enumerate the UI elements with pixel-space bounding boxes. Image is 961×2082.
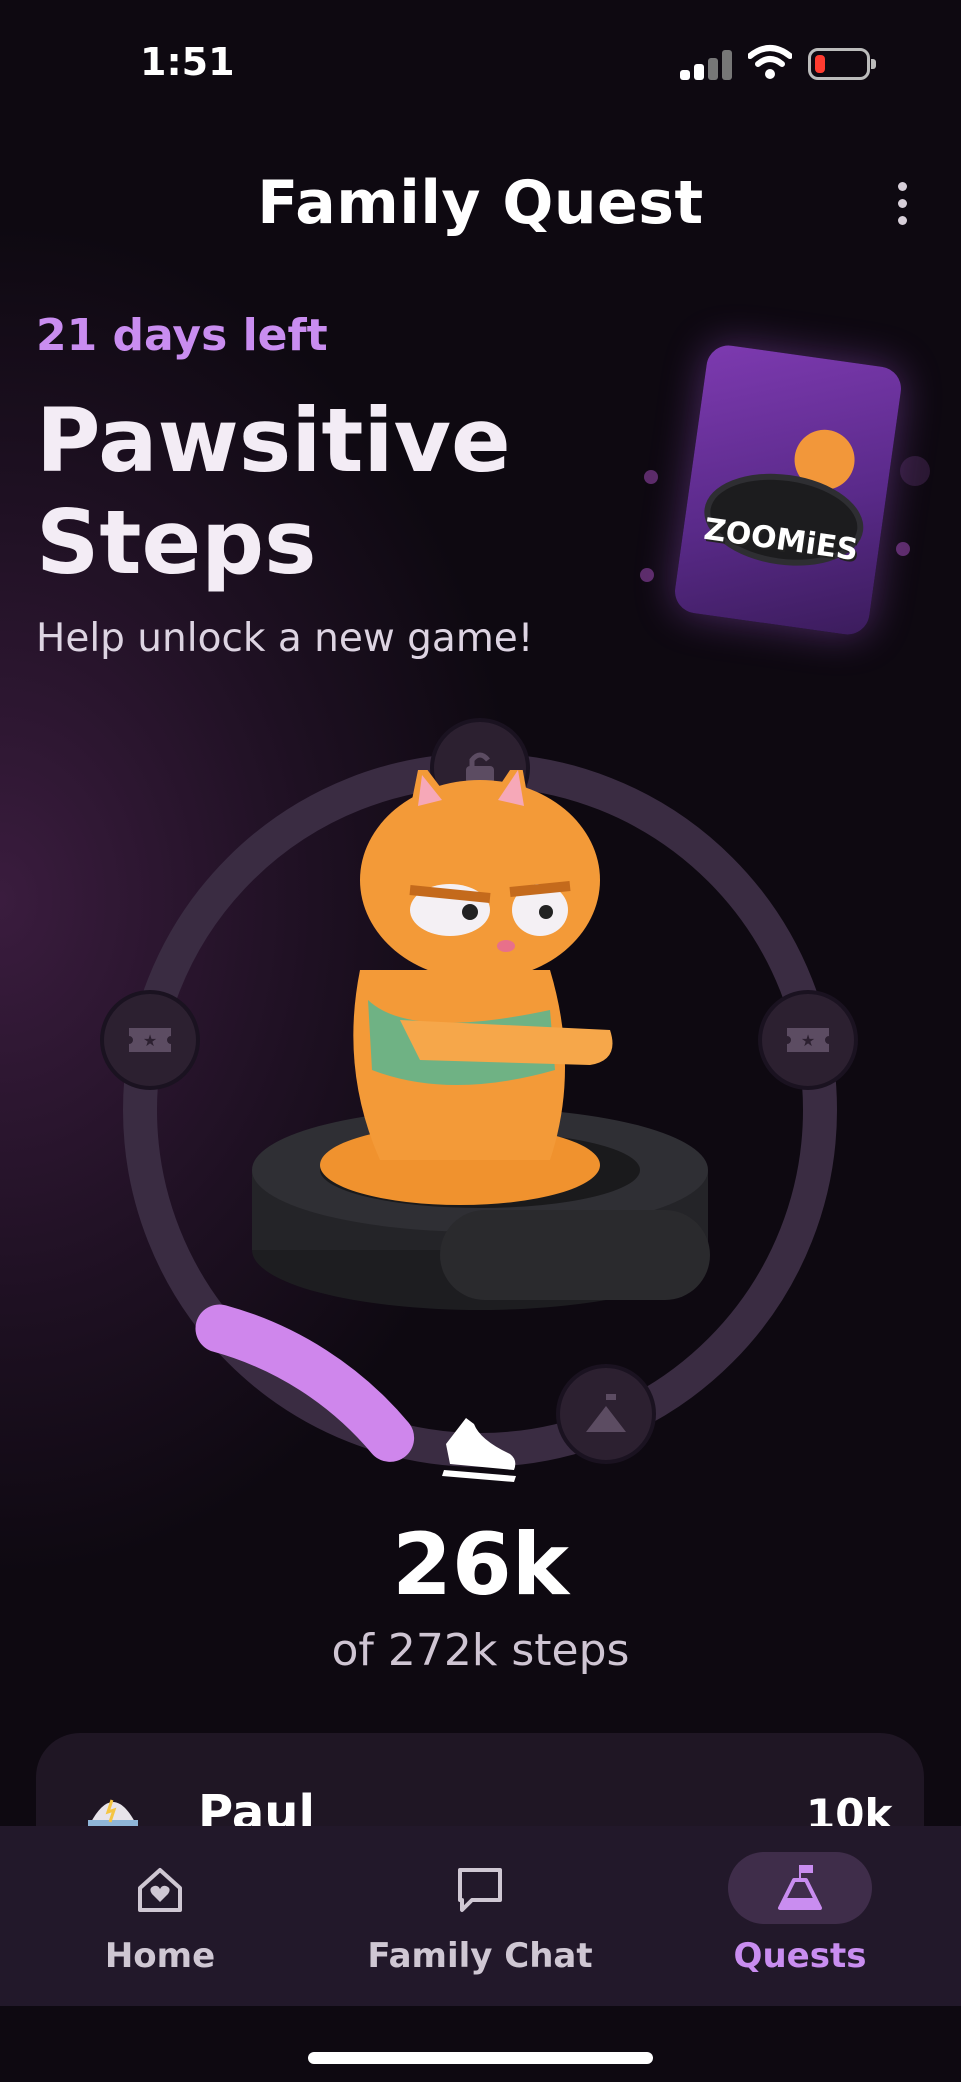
home-heart-icon	[138, 1868, 182, 1912]
ticket-icon: ★	[129, 1028, 171, 1052]
ticket-icon: ★	[787, 1028, 829, 1052]
sneaker-icon	[442, 1418, 516, 1482]
tab-quests[interactable]: Quests	[640, 1826, 960, 2006]
progress-arc	[195, 1304, 415, 1462]
bottom-tab-bar: Home Family Chat Quests	[0, 1826, 961, 2006]
days-left-label: 21 days left	[36, 310, 328, 361]
member-avatar	[88, 1799, 138, 1828]
wifi-icon	[748, 45, 792, 79]
more-options-icon[interactable]	[890, 180, 914, 228]
quest-title-line-1: Pawsitive	[36, 389, 511, 492]
chat-bubble-icon	[458, 1868, 502, 1912]
tab-home-label: Home	[104, 1936, 216, 1976]
home-indicator[interactable]	[308, 2052, 653, 2064]
quest-title: Pawsitive Steps	[36, 390, 511, 594]
steps-goal-label: of 272k steps	[331, 1625, 630, 1676]
reward-game-card[interactable]: ZOOMiES	[672, 342, 904, 638]
cat-mascot-illustration	[252, 770, 710, 1310]
ticket-milestone-node-right[interactable]: ★	[758, 990, 858, 1090]
tab-home[interactable]: Home	[0, 1826, 320, 2006]
status-time: 1:51	[140, 40, 235, 84]
ticket-milestone-node-left[interactable]: ★	[100, 990, 200, 1090]
steps-completed: 26k	[392, 1515, 569, 1615]
quest-title-line-2: Steps	[36, 491, 317, 594]
mountain-flag-icon	[586, 1394, 626, 1432]
battery-icon	[808, 48, 876, 80]
cellular-signal-icon	[680, 50, 732, 80]
tab-family-chat-label: Family Chat	[367, 1936, 593, 1976]
tab-quests-label: Quests	[733, 1936, 867, 1976]
page-title: Family Quest	[257, 168, 704, 238]
goal-milestone-node[interactable]	[556, 1364, 656, 1464]
quest-subtitle: Help unlock a new game!	[36, 616, 534, 661]
svg-text:★: ★	[801, 1031, 815, 1050]
svg-text:★: ★	[143, 1031, 157, 1050]
flask-flag-icon	[778, 1865, 822, 1910]
tab-family-chat[interactable]: Family Chat	[320, 1826, 640, 2006]
